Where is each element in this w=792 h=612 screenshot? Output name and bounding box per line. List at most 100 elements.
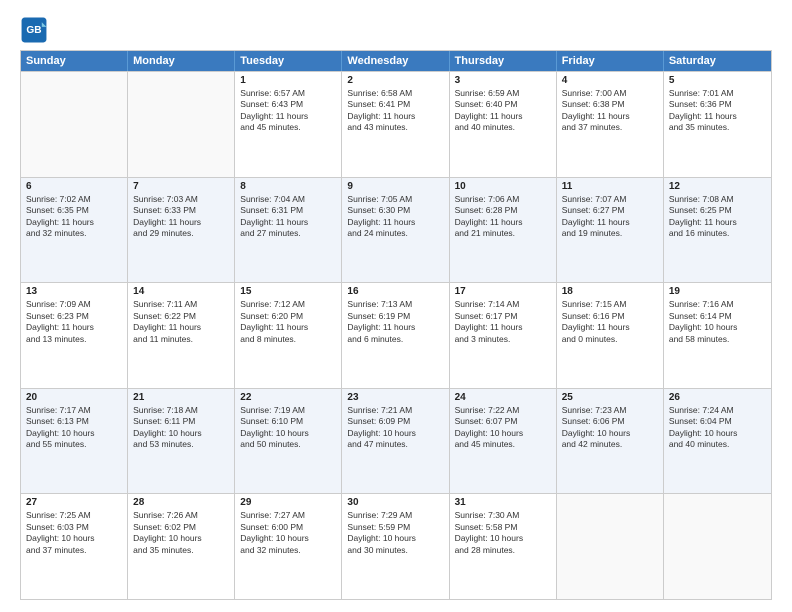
day-info: Sunrise: 7:04 AM Sunset: 6:31 PM Dayligh… [240,194,336,240]
day-number: 30 [347,497,443,508]
day-number: 9 [347,181,443,192]
day-number: 4 [562,75,658,86]
calendar-body: 1 Sunrise: 6:57 AM Sunset: 6:43 PM Daylig… [21,71,771,599]
day-header-friday: Friday [557,51,664,71]
day-info: Sunrise: 7:26 AM Sunset: 6:02 PM Dayligh… [133,510,229,556]
day-cell-14: 14 Sunrise: 7:11 AM Sunset: 6:22 PM Dayli… [128,283,235,388]
empty-cell [128,72,235,177]
day-number: 31 [455,497,551,508]
day-cell-3: 3 Sunrise: 6:59 AM Sunset: 6:40 PM Daylig… [450,72,557,177]
day-info: Sunrise: 7:29 AM Sunset: 5:59 PM Dayligh… [347,510,443,556]
day-cell-27: 27Sunrise: 7:25 AM Sunset: 6:03 PM Dayli… [21,494,128,599]
day-cell-23: 23 Sunrise: 7:21 AM Sunset: 6:09 PM Dayli… [342,389,449,494]
day-cell-30: 30 Sunrise: 7:29 AM Sunset: 5:59 PM Dayli… [342,494,449,599]
day-cell-31: 31 Sunrise: 7:30 AM Sunset: 5:58 PM Dayli… [450,494,557,599]
calendar-row-4: 20 Sunrise: 7:17 AM Sunset: 6:13 PM Dayli… [21,388,771,494]
day-info: Sunrise: 7:03 AM Sunset: 6:33 PM Dayligh… [133,194,229,240]
day-info: Sunrise: 7:18 AM Sunset: 6:11 PM Dayligh… [133,405,229,451]
day-cell-26: 26 Sunrise: 7:24 AM Sunset: 6:04 PM Dayli… [664,389,771,494]
day-number: 12 [669,181,766,192]
calendar-row-3: 13 Sunrise: 7:09 AM Sunset: 6:23 PM Dayli… [21,282,771,388]
day-info: Sunrise: 7:27 AM Sunset: 6:00 PM Dayligh… [240,510,336,556]
logo-icon: GB [20,16,48,44]
day-cell-16: 16Sunrise: 7:13 AM Sunset: 6:19 PM Dayli… [342,283,449,388]
day-info: Sunrise: 7:07 AM Sunset: 6:27 PM Dayligh… [562,194,658,240]
empty-cell [21,72,128,177]
day-cell-2: 2 Sunrise: 6:58 AM Sunset: 6:41 PM Daylig… [342,72,449,177]
day-info: Sunrise: 7:24 AM Sunset: 6:04 PM Dayligh… [669,405,766,451]
day-info: Sunrise: 7:23 AM Sunset: 6:06 PM Dayligh… [562,405,658,451]
calendar-row-2: 6 Sunrise: 7:02 AM Sunset: 6:35 PM Daylig… [21,177,771,283]
day-number: 18 [562,286,658,297]
day-info: Sunrise: 7:09 AM Sunset: 6:23 PM Dayligh… [26,299,122,345]
day-info: Sunrise: 6:58 AM Sunset: 6:41 PM Dayligh… [347,88,443,134]
day-cell-19: 19Sunrise: 7:16 AM Sunset: 6:14 PM Dayli… [664,283,771,388]
day-cell-5: 5Sunrise: 7:01 AM Sunset: 6:36 PM Daylig… [664,72,771,177]
day-header-monday: Monday [128,51,235,71]
day-info: Sunrise: 7:13 AM Sunset: 6:19 PM Dayligh… [347,299,443,345]
day-cell-4: 4Sunrise: 7:00 AM Sunset: 6:38 PM Daylig… [557,72,664,177]
day-header-tuesday: Tuesday [235,51,342,71]
day-cell-7: 7 Sunrise: 7:03 AM Sunset: 6:33 PM Daylig… [128,178,235,283]
day-info: Sunrise: 6:57 AM Sunset: 6:43 PM Dayligh… [240,88,336,134]
day-number: 1 [240,75,336,86]
day-cell-11: 11 Sunrise: 7:07 AM Sunset: 6:27 PM Dayli… [557,178,664,283]
day-number: 6 [26,181,122,192]
day-number: 22 [240,392,336,403]
day-cell-18: 18 Sunrise: 7:15 AM Sunset: 6:16 PM Dayli… [557,283,664,388]
day-info: Sunrise: 7:16 AM Sunset: 6:14 PM Dayligh… [669,299,766,345]
day-cell-9: 9Sunrise: 7:05 AM Sunset: 6:30 PM Daylig… [342,178,449,283]
day-cell-17: 17Sunrise: 7:14 AM Sunset: 6:17 PM Dayli… [450,283,557,388]
day-info: Sunrise: 7:17 AM Sunset: 6:13 PM Dayligh… [26,405,122,451]
day-cell-25: 25 Sunrise: 7:23 AM Sunset: 6:06 PM Dayli… [557,389,664,494]
day-number: 20 [26,392,122,403]
logo: GB [20,16,52,44]
day-number: 29 [240,497,336,508]
day-cell-29: 29 Sunrise: 7:27 AM Sunset: 6:00 PM Dayli… [235,494,342,599]
day-number: 24 [455,392,551,403]
day-info: Sunrise: 7:06 AM Sunset: 6:28 PM Dayligh… [455,194,551,240]
day-number: 21 [133,392,229,403]
day-cell-20: 20 Sunrise: 7:17 AM Sunset: 6:13 PM Dayli… [21,389,128,494]
day-cell-13: 13 Sunrise: 7:09 AM Sunset: 6:23 PM Dayli… [21,283,128,388]
day-info: Sunrise: 7:12 AM Sunset: 6:20 PM Dayligh… [240,299,336,345]
day-number: 7 [133,181,229,192]
day-header-saturday: Saturday [664,51,771,71]
day-info: Sunrise: 7:21 AM Sunset: 6:09 PM Dayligh… [347,405,443,451]
day-header-wednesday: Wednesday [342,51,449,71]
day-number: 23 [347,392,443,403]
empty-cell [557,494,664,599]
calendar-row-5: 27Sunrise: 7:25 AM Sunset: 6:03 PM Dayli… [21,493,771,599]
day-info: Sunrise: 7:30 AM Sunset: 5:58 PM Dayligh… [455,510,551,556]
day-info: Sunrise: 7:19 AM Sunset: 6:10 PM Dayligh… [240,405,336,451]
day-info: Sunrise: 7:11 AM Sunset: 6:22 PM Dayligh… [133,299,229,345]
day-cell-1: 1 Sunrise: 6:57 AM Sunset: 6:43 PM Daylig… [235,72,342,177]
day-info: Sunrise: 7:22 AM Sunset: 6:07 PM Dayligh… [455,405,551,451]
day-cell-15: 15 Sunrise: 7:12 AM Sunset: 6:20 PM Dayli… [235,283,342,388]
day-info: Sunrise: 6:59 AM Sunset: 6:40 PM Dayligh… [455,88,551,134]
day-number: 25 [562,392,658,403]
day-info: Sunrise: 7:15 AM Sunset: 6:16 PM Dayligh… [562,299,658,345]
day-cell-28: 28 Sunrise: 7:26 AM Sunset: 6:02 PM Dayli… [128,494,235,599]
day-number: 3 [455,75,551,86]
header: GB [20,16,772,44]
day-info: Sunrise: 7:08 AM Sunset: 6:25 PM Dayligh… [669,194,766,240]
day-cell-12: 12 Sunrise: 7:08 AM Sunset: 6:25 PM Dayli… [664,178,771,283]
day-info: Sunrise: 7:02 AM Sunset: 6:35 PM Dayligh… [26,194,122,240]
day-cell-8: 8Sunrise: 7:04 AM Sunset: 6:31 PM Daylig… [235,178,342,283]
day-number: 26 [669,392,766,403]
day-number: 14 [133,286,229,297]
day-header-sunday: Sunday [21,51,128,71]
day-number: 28 [133,497,229,508]
calendar-row-1: 1 Sunrise: 6:57 AM Sunset: 6:43 PM Daylig… [21,71,771,177]
day-number: 13 [26,286,122,297]
day-number: 2 [347,75,443,86]
svg-text:GB: GB [26,25,41,36]
day-number: 11 [562,181,658,192]
day-cell-22: 22 Sunrise: 7:19 AM Sunset: 6:10 PM Dayli… [235,389,342,494]
day-header-thursday: Thursday [450,51,557,71]
day-info: Sunrise: 7:01 AM Sunset: 6:36 PM Dayligh… [669,88,766,134]
day-number: 15 [240,286,336,297]
day-info: Sunrise: 7:14 AM Sunset: 6:17 PM Dayligh… [455,299,551,345]
day-cell-24: 24 Sunrise: 7:22 AM Sunset: 6:07 PM Dayli… [450,389,557,494]
